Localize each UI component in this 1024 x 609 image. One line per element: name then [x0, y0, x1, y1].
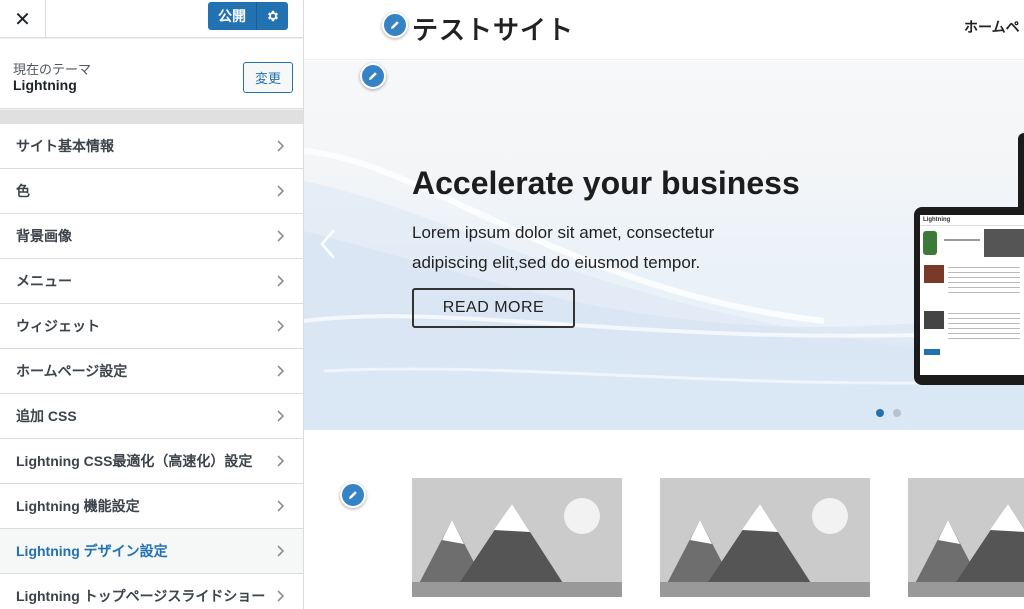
current-theme-panel: 現在のテーマ Lightning 変更	[0, 39, 303, 109]
customizer-sidebar: ✕ 公開 現在のテーマ Lightning 変更 サイト基本情報 色 背景画像	[0, 0, 304, 609]
pencil-icon	[349, 491, 357, 499]
slide-indicator-2[interactable]	[893, 409, 901, 417]
menu-item-label: メニュー	[16, 273, 72, 289]
publish-settings-button[interactable]	[256, 2, 288, 30]
chevron-right-icon	[277, 230, 285, 242]
hero-text: Lorem ipsum dolor sit amet, consectetur …	[412, 223, 715, 272]
pencil-icon	[391, 21, 399, 29]
chevron-right-icon	[277, 500, 285, 512]
menu-item-label: Lightning 機能設定	[16, 498, 140, 514]
chevron-right-icon	[277, 320, 285, 332]
read-more-button[interactable]: READ MORE	[412, 288, 575, 328]
slide-indicator-1[interactable]	[876, 409, 884, 417]
tablet-header-line	[920, 225, 1024, 226]
edit-content-button[interactable]	[340, 482, 366, 508]
chevron-right-icon	[277, 140, 285, 152]
menu-item-lightning-features[interactable]: Lightning 機能設定	[0, 484, 303, 529]
hero-slideshow: Accelerate your business Lorem ipsum dol…	[304, 61, 1024, 430]
mountain-image-icon	[908, 478, 1024, 597]
menu-item-additional-css[interactable]: 追加 CSS	[0, 394, 303, 439]
gear-icon	[267, 10, 278, 22]
chevron-right-icon	[277, 590, 285, 602]
site-header: テストサイト ホームペ	[304, 0, 1024, 60]
edit-site-title-button[interactable]	[382, 12, 408, 38]
hero-title: Accelerate your business	[412, 165, 800, 201]
menu-item-widgets[interactable]: ウィジェット	[0, 304, 303, 349]
chevron-right-icon	[277, 455, 285, 467]
mountain-image-icon	[412, 478, 622, 597]
content-section	[304, 430, 1024, 609]
edit-header-button[interactable]	[360, 63, 386, 89]
tablet-post-thumb	[924, 311, 944, 329]
tablet-hero-image	[984, 229, 1024, 257]
menu-item-lightning-design[interactable]: Lightning デザイン設定	[0, 529, 303, 574]
menu-item-label: 色	[16, 183, 30, 199]
close-icon: ✕	[14, 8, 31, 31]
menu-item-label: Lightning CSS最適化（高速化）設定	[16, 453, 253, 469]
slide-prev-arrow[interactable]	[318, 227, 338, 261]
tablet-post-thumb	[924, 265, 944, 283]
menu-item-label: ウィジェット	[16, 318, 100, 334]
chevron-right-icon	[277, 365, 285, 377]
menu-item-background-image[interactable]: 背景画像	[0, 214, 303, 259]
chevron-right-icon	[277, 185, 285, 197]
menu-item-homepage-settings[interactable]: ホームページ設定	[0, 349, 303, 394]
menu-item-menus[interactable]: メニュー	[0, 259, 303, 304]
site-title[interactable]: テストサイト	[412, 10, 574, 47]
placeholder-image-2[interactable]	[660, 478, 870, 597]
menu-item-label: Lightning デザイン設定	[16, 543, 168, 559]
tablet-footer-bar	[924, 349, 940, 355]
tablet-lines	[944, 239, 980, 241]
mountain-image-icon	[660, 478, 870, 597]
tablet-mockup: Lightning	[914, 207, 1024, 385]
tablet-post-lines	[948, 267, 1020, 293]
tablet-plant-image	[923, 231, 937, 255]
placeholder-image-3[interactable]	[908, 478, 1024, 597]
menu-item-label: 追加 CSS	[16, 408, 77, 424]
pencil-icon	[369, 72, 377, 80]
current-theme-label: 現在のテーマ	[13, 62, 92, 77]
placeholder-image-1[interactable]	[412, 478, 622, 597]
menu-item-label: Lightning トップページスライドショー	[16, 588, 266, 604]
nav-item-home[interactable]: ホームペ	[964, 17, 1020, 37]
chevron-right-icon	[277, 275, 285, 287]
site-preview: テストサイト ホームペ Accelerate your business Lor…	[304, 0, 1024, 609]
menu-item-label: ホームページ設定	[16, 363, 128, 379]
menu-item-lightning-slideshow[interactable]: Lightning トップページスライドショー	[0, 574, 303, 609]
chevron-right-icon	[277, 545, 285, 557]
close-button[interactable]: ✕	[0, 0, 46, 38]
change-theme-button[interactable]: 変更	[243, 62, 293, 93]
customizer-menu: サイト基本情報 色 背景画像 メニュー ウィジェット ホームページ設定 追加 C…	[0, 124, 303, 609]
tablet-post-lines	[948, 313, 1020, 339]
current-theme-name: Lightning	[13, 77, 77, 93]
customizer-header: ✕ 公開	[0, 0, 303, 38]
menu-item-site-identity[interactable]: サイト基本情報	[0, 124, 303, 169]
chevron-right-icon	[277, 410, 285, 422]
menu-item-colors[interactable]: 色	[0, 169, 303, 214]
publish-button[interactable]: 公開	[208, 2, 256, 30]
tablet-screen: Lightning	[920, 215, 1024, 375]
menu-item-lightning-css-optimize[interactable]: Lightning CSS最適化（高速化）設定	[0, 439, 303, 484]
publish-group: 公開	[208, 2, 288, 30]
menu-item-label: サイト基本情報	[16, 138, 114, 154]
menu-item-label: 背景画像	[16, 228, 72, 244]
section-divider	[0, 110, 303, 124]
tablet-brand: Lightning	[923, 217, 951, 223]
